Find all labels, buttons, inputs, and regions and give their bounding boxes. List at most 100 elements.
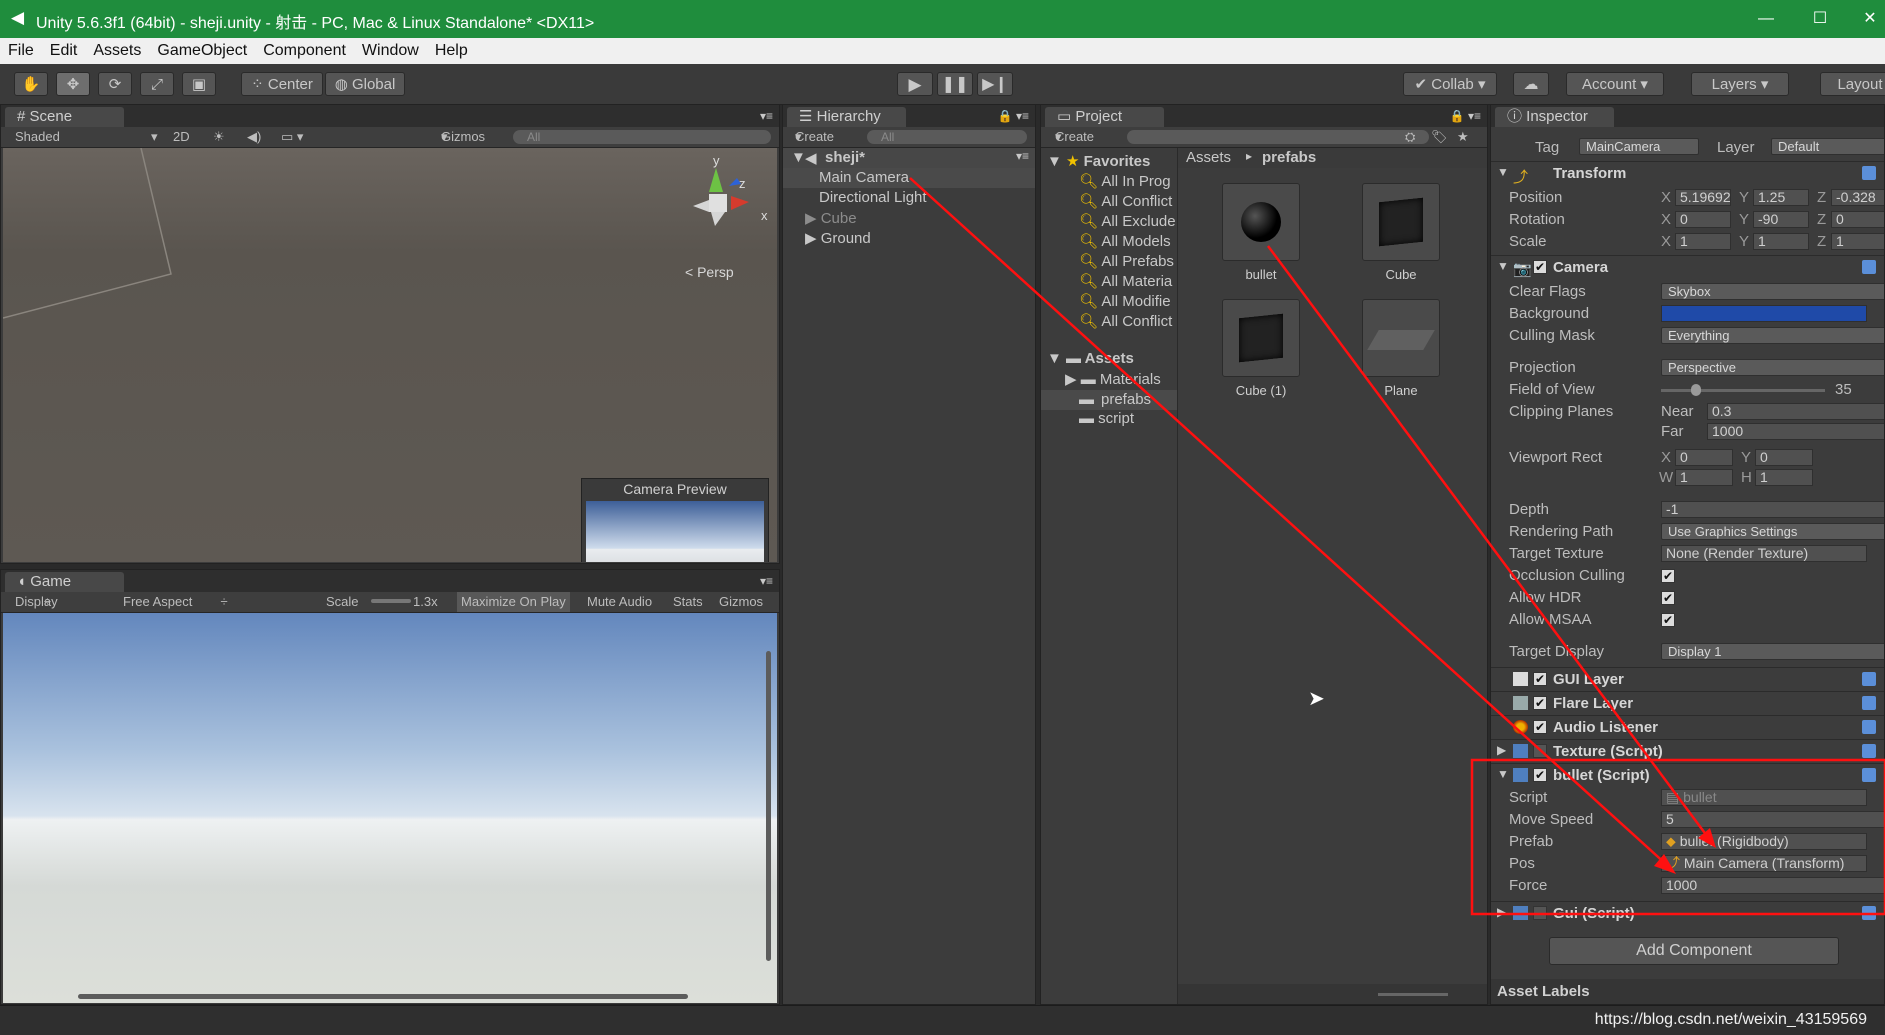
rotation-y-field[interactable]: -90 [1753,211,1809,228]
viewport-y-field[interactable]: 0 [1755,449,1813,466]
assets-header[interactable]: ▼ ▬ Assets [1047,350,1134,367]
breadcrumb-assets[interactable]: Assets [1186,149,1231,166]
window-titlebar[interactable]: ◀ Unity 5.6.3f1 (64bit) - sheji.unity - … [0,0,1885,38]
menu-gameobject[interactable]: GameObject [149,38,255,60]
target-display-dropdown[interactable]: Display 1 [1661,643,1884,660]
help-icon[interactable] [1862,260,1876,274]
filter-label-icon[interactable]: 🏷 [1431,127,1448,147]
menu-component[interactable]: Component [255,38,354,60]
hierarchy-scene-row[interactable]: ▼ ◀ sheji* ▾≡ [783,148,1035,168]
aspect-dropdown[interactable]: Free Aspect ÷ [123,592,228,612]
close-button[interactable]: ✕ [1850,6,1885,32]
transform-component-header[interactable]: ▼ ⤴ Transform [1491,161,1884,186]
display-dropdown[interactable]: Display 1 ÷ [15,592,58,629]
audio-listener-checkbox[interactable]: ✔ [1533,720,1547,734]
project-create-dropdown[interactable]: Create ▾ [1055,127,1094,147]
asset-cube-1[interactable]: Cube (1) [1221,299,1301,398]
move-speed-field[interactable]: 5 [1661,811,1884,828]
game-panel-menu-icon[interactable]: ▾≡ [760,574,773,588]
bullet-script-checkbox[interactable]: ✔ [1533,768,1547,782]
background-color-swatch[interactable] [1661,305,1867,322]
help-icon[interactable] [1862,906,1876,920]
bullet-script-expand-icon[interactable]: ▼ [1497,767,1509,781]
account-dropdown[interactable]: Account ▾ [1566,72,1664,96]
help-icon[interactable] [1862,744,1876,758]
filter-type-icon[interactable]: ⛭ [1405,127,1415,147]
scene-viewport[interactable]: y z x < Persp Camera Preview [3,148,777,562]
tab-project[interactable]: ▭ Project [1045,107,1164,127]
folder-materials[interactable]: ▶ ▬ Materials [1065,370,1161,388]
favorite-item[interactable]: 🔍︎ All In Prog [1079,172,1171,190]
force-field[interactable]: 1000 [1661,877,1884,894]
texture-script-component-header[interactable]: ▶ Texture (Script) [1491,739,1884,762]
panel-menu-icon[interactable]: ▾≡ [760,109,773,123]
step-button[interactable]: ▶❙ [977,72,1013,96]
menu-help[interactable]: Help [427,38,476,60]
shading-dropdown[interactable]: Shaded [15,127,60,147]
audio-icon[interactable]: ◀) [247,127,261,147]
favorite-item[interactable]: 🔍︎ All Prefabs [1079,252,1174,270]
bullet-script-component-header[interactable]: ▼ ✔ bullet (Script) [1491,763,1884,786]
game-horizontal-scrollbar[interactable] [78,994,688,999]
game-gizmos-dropdown[interactable]: Gizmos [719,592,763,612]
viewport-h-field[interactable]: 1 [1755,469,1813,486]
hierarchy-search-input[interactable]: All [867,130,1027,144]
maximize-on-play-toggle[interactable]: Maximize On Play [457,592,570,612]
breadcrumb-prefabs[interactable]: prefabs [1262,149,1316,166]
asset-plane[interactable]: Plane [1361,299,1441,398]
tab-scene[interactable]: # Scene [5,107,124,127]
rotate-tool-icon[interactable]: ⟳ [98,72,132,96]
menu-window[interactable]: Window [354,38,427,60]
scene-search-input[interactable]: All [513,130,771,144]
menu-file[interactable]: File [0,38,42,60]
maximize-button[interactable]: ☐ [1800,6,1840,32]
tab-inspector[interactable]: ⓘ Inspector [1495,107,1614,127]
gui-script-expand-icon[interactable]: ▶ [1497,905,1506,919]
collab-button[interactable]: ✔ Collab ▾ [1403,72,1497,96]
fov-slider[interactable] [1661,384,1825,396]
gizmos-dropdown[interactable]: Gizmos ▾ [441,127,485,147]
pivot-center-button[interactable]: ⁘ Center [241,72,323,96]
cube-expand-icon[interactable]: ▶ [805,210,821,227]
pause-button[interactable]: ❚❚ [937,72,973,96]
scale-tool-icon[interactable]: ⤢ [140,72,174,96]
scale-slider[interactable] [371,599,411,603]
allow-msaa-checkbox[interactable]: ✔ [1661,613,1675,627]
add-component-button[interactable]: Add Component [1549,937,1839,965]
texture-script-expand-icon[interactable]: ▶ [1497,743,1506,757]
allow-hdr-checkbox[interactable]: ✔ [1661,591,1675,605]
rect-tool-icon[interactable]: ▣ [182,72,216,96]
hand-tool-icon[interactable]: ✋ [14,72,48,96]
asset-cube[interactable]: Cube [1361,183,1441,282]
viewport-x-field[interactable]: 0 [1675,449,1733,466]
layout-dropdown[interactable]: Layout [1820,72,1885,96]
favorite-item[interactable]: 🔍︎ All Exclude [1079,212,1176,230]
help-icon[interactable] [1862,672,1876,686]
scale-z-field[interactable]: 1 [1831,233,1884,250]
folder-script[interactable]: ▬ script [1079,410,1134,427]
fov-value[interactable]: 35 [1835,381,1852,398]
transform-expand-icon[interactable]: ▼ [1497,165,1509,179]
flare-layer-checkbox[interactable]: ✔ [1533,696,1547,710]
pos-field[interactable]: ⤴ Main Camera (Transform) [1661,855,1867,872]
gui-layer-component-header[interactable]: ✔ GUI Layer [1491,667,1884,690]
favorite-star-icon[interactable]: ★ [1457,127,1469,147]
favorite-item[interactable]: 🔍︎ All Conflict [1079,192,1172,210]
persp-label[interactable]: < Persp [685,264,734,280]
script-field[interactable]: ▤ bullet [1661,789,1867,806]
help-icon[interactable] [1862,166,1876,180]
depth-field[interactable]: -1 [1661,501,1884,518]
game-vertical-scrollbar[interactable] [766,651,771,961]
flare-layer-component-header[interactable]: ✔ Flare Layer [1491,691,1884,714]
asset-bullet[interactable]: bullet [1221,183,1301,282]
scale-y-field[interactable]: 1 [1753,233,1809,250]
favorite-item[interactable]: 🔍︎ All Materia [1079,272,1172,290]
gui-script-component-header[interactable]: ▶ Gui (Script) [1491,901,1884,924]
hierarchy-item-directional-light[interactable]: Directional Light [819,189,927,206]
scene-gizmo-icon[interactable] [671,156,777,256]
help-icon[interactable] [1862,768,1876,782]
help-icon[interactable] [1862,696,1876,710]
stats-toggle[interactable]: Stats [673,592,703,612]
camera-enabled-checkbox[interactable]: ✔ [1533,260,1547,274]
favorite-item[interactable]: 🔍︎ All Conflict [1079,312,1172,330]
